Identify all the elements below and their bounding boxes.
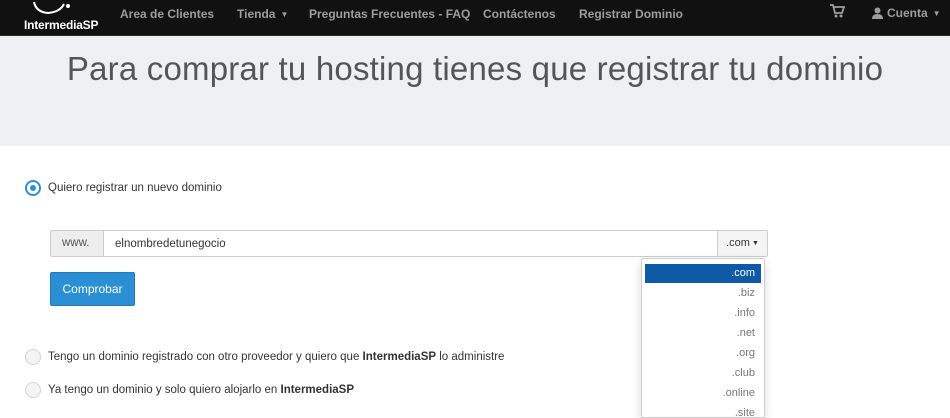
hero-banner: Para comprar tu hosting tienes que regis… xyxy=(0,36,950,146)
radio-register-new-domain[interactable] xyxy=(25,180,41,196)
caret-down-icon: ▼ xyxy=(751,240,759,247)
www-prefix: www. xyxy=(51,231,104,256)
tld-option[interactable]: .biz xyxy=(645,284,761,303)
tld-option[interactable]: .site xyxy=(645,404,761,417)
option-label-register-new: Quiero registrar un nuevo dominio xyxy=(48,182,222,194)
logo-mark-icon xyxy=(33,1,70,15)
tld-option[interactable]: .com xyxy=(645,264,761,283)
tld-option[interactable]: .org xyxy=(645,344,761,363)
logo-text: IntermediaSP xyxy=(24,18,99,32)
radio-hosting-only[interactable] xyxy=(25,382,41,398)
caret-down-icon: ▼ xyxy=(280,10,289,19)
option-label-hosting-only: Ya tengo un dominio y solo quiero alojar… xyxy=(48,384,354,396)
nav-item-contactenos[interactable]: Contáctenos xyxy=(483,7,556,21)
domain-input-group: www. .com▼ xyxy=(50,230,768,257)
tld-select[interactable]: .com ▼ xyxy=(717,231,767,256)
nav-item-tienda[interactable]: Tienda ▼ xyxy=(237,7,288,21)
nav-item-registrar-dominio[interactable]: Registrar Dominio xyxy=(579,7,683,21)
user-icon xyxy=(872,7,883,19)
shopping-cart-icon[interactable] xyxy=(829,3,846,24)
account-menu[interactable]: Cuenta ▼ xyxy=(872,5,941,20)
tld-option[interactable]: .club xyxy=(645,364,761,383)
tld-dropdown-menu: .com .biz .info .net .org .club .online … xyxy=(641,258,765,418)
tld-option[interactable]: .online xyxy=(645,384,761,403)
top-navbar: IntermediaSP Area de Clientes Tienda ▼ Pr… xyxy=(0,0,950,36)
nav-item-faq[interactable]: Preguntas Frecuentes - FAQ xyxy=(309,7,470,21)
caret-down-icon: ▼ xyxy=(932,9,941,18)
tld-option[interactable]: .info xyxy=(645,304,761,323)
check-domain-button[interactable]: Comprobar xyxy=(50,272,135,306)
tld-selected-value: .com xyxy=(726,237,750,249)
radio-transfer-domain[interactable] xyxy=(25,349,41,365)
account-label: Cuenta xyxy=(887,6,928,20)
domain-input[interactable] xyxy=(105,231,717,256)
option-label-transfer: Tengo un dominio registrado con otro pro… xyxy=(48,351,505,363)
logo[interactable]: IntermediaSP xyxy=(24,0,114,36)
tld-option[interactable]: .net xyxy=(645,324,761,343)
nav-item-area-de-clientes[interactable]: Area de Clientes xyxy=(120,7,214,21)
page-title: Para comprar tu hosting tienes que regis… xyxy=(66,50,884,87)
